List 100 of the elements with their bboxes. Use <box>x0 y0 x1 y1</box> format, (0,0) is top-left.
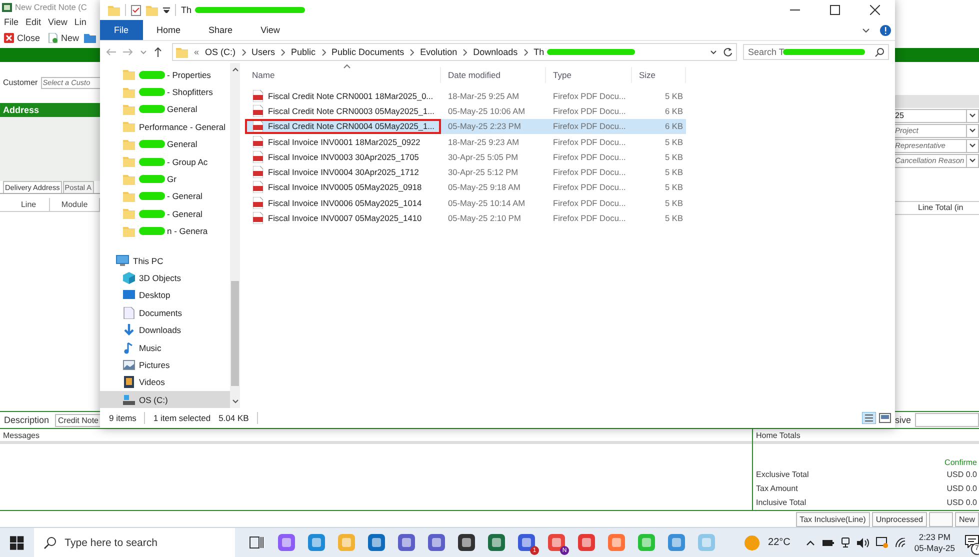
file-row[interactable]: Fiscal Invoice INV0004 30Apr2025_1712 30-Apr-25 5:12 PM Firefox PDF Docu... 5 KB <box>245 164 686 180</box>
file-name: Fiscal Credit Note CRN0004 05May2025_1... <box>268 121 434 132</box>
nav-item[interactable]: Desktop <box>100 286 230 304</box>
nav-item[interactable]: Documents <box>100 304 230 322</box>
status-text: 9 items <box>109 413 136 423</box>
folder-label: - Properties <box>167 70 211 80</box>
search-placeholder: Type here to search <box>64 536 158 548</box>
menu-item[interactable]: Lin <box>74 17 86 28</box>
ribbon-tab[interactable]: Share <box>194 20 247 40</box>
file-type: Firefox PDF Docu... <box>552 167 627 178</box>
column-header[interactable]: Name <box>245 67 441 83</box>
file-type: Firefox PDF Docu... <box>552 182 627 192</box>
total-value: USD 0.0 <box>946 470 977 479</box>
breadcrumb-item[interactable]: Th <box>534 47 544 57</box>
ribbon-tab[interactable]: Home <box>142 20 195 40</box>
address-bar[interactable]: « OS (C:) Users Public Public Documents Evolution Downloads Th <box>172 43 737 61</box>
nav-folder-item[interactable]: - General <box>100 188 230 206</box>
file-row[interactable]: Fiscal Invoice INV0006 05May2025_1014 05-May-25 10:14 AM Firefox PDF Docu... 5 KB <box>245 195 686 210</box>
clock-time[interactable]: 2:23 PM <box>918 532 950 542</box>
file-size: 5 KB <box>664 213 684 224</box>
menu-item[interactable]: File <box>4 17 19 28</box>
status-cell: Unprocessed <box>872 512 927 527</box>
ribbon-tab[interactable]: View <box>246 20 294 40</box>
folder-label: n - Genera <box>167 226 208 236</box>
ribbon-tab[interactable]: File <box>100 20 143 40</box>
field-label: Description <box>4 415 50 426</box>
file-name: Fiscal Invoice INV0005 05May2025_0918 <box>268 182 422 192</box>
folder-label: Performance - General <box>139 122 226 132</box>
menu-item[interactable]: Edit <box>26 17 42 28</box>
window-title: New Credit Note (C <box>15 2 87 12</box>
nav-folder-item[interactable]: - Properties <box>100 66 230 84</box>
nav-item[interactable]: This PC <box>100 252 230 270</box>
nav-item[interactable]: Downloads <box>100 321 230 339</box>
file-size: 5 KB <box>664 90 684 101</box>
folder-label: - General <box>167 208 202 219</box>
file-row[interactable]: Fiscal Credit Note CRN0003 05May2025_1... 05-May-25 10:06 AM Firefox PDF Docu... 6 KB <box>245 103 686 119</box>
folder-label: - General <box>167 191 202 202</box>
nav-label: Pictures <box>139 360 170 370</box>
nav-item[interactable]: Videos <box>100 374 230 392</box>
breadcrumb-overflow[interactable]: « <box>194 47 200 57</box>
nav-folder-item[interactable]: n - Genera <box>100 222 230 240</box>
breadcrumb-item[interactable]: Public Documents <box>332 47 404 57</box>
taskbar-search-field[interactable]: Type here to search <box>34 528 236 557</box>
breadcrumb-item[interactable]: Public <box>291 47 316 57</box>
file-row[interactable]: Fiscal Credit Note CRN0004 05May2025_1... 05-May-25 2:23 PM Firefox PDF Docu... 6 KB <box>245 118 686 134</box>
file-name: Fiscal Invoice INV0004 30Apr2025_1712 <box>268 167 419 178</box>
nav-item[interactable]: OS (C:) <box>100 391 230 408</box>
breadcrumb-item[interactable]: Evolution <box>420 47 458 57</box>
nav-folder-item[interactable]: Performance - General <box>100 118 230 136</box>
breadcrumb-item[interactable]: OS (C:) <box>205 47 236 57</box>
file-size: 5 KB <box>664 198 684 208</box>
nav-item[interactable]: 3D Objects <box>100 269 230 287</box>
file-date: 30-Apr-25 5:05 PM <box>447 152 520 162</box>
breadcrumb-item[interactable]: Downloads <box>473 47 518 57</box>
total-value: USD 0.0 <box>946 484 977 493</box>
nav-item[interactable]: Pictures <box>100 356 230 374</box>
file-name: Fiscal Credit Note CRN0003 05May2025_1... <box>268 106 434 116</box>
file-name: Fiscal Invoice INV0006 05May2025_1014 <box>268 198 422 208</box>
file-date: 05-May-25 9:18 AM <box>447 182 522 192</box>
breadcrumb-item[interactable]: Users <box>252 47 276 57</box>
folder-label: Gr <box>167 174 176 184</box>
folder-label: General <box>167 139 198 150</box>
column-header: Line <box>8 198 50 211</box>
file-row[interactable]: Fiscal Invoice INV0001 18Mar2025_0922 18-Mar-25 9:23 AM Firefox PDF Docu... 5 KB <box>245 134 686 150</box>
file-date: 05-May-25 2:23 PM <box>447 121 522 132</box>
file-name: Fiscal Invoice INV0003 30Apr2025_1705 <box>268 152 419 162</box>
file-type: Firefox PDF Docu... <box>552 106 627 116</box>
file-size: 6 KB <box>664 121 684 132</box>
column-header[interactable]: Date modified <box>441 67 546 83</box>
file-row[interactable]: Fiscal Credit Note CRN0001 18Mar2025_0... 18-Mar-25 9:25 AM Firefox PDF Docu... 5 KB <box>245 88 686 104</box>
file-date: 18-Mar-25 9:23 AM <box>447 136 520 147</box>
file-date: 05-May-25 10:14 AM <box>447 198 526 208</box>
window-title: Th <box>181 5 192 15</box>
nav-folder-item[interactable]: - General <box>100 205 230 223</box>
total-label: Tax Amount <box>756 484 798 493</box>
file-name: Fiscal Invoice INV0007 05May2025_1410 <box>268 213 422 224</box>
column-header[interactable]: Type <box>546 67 632 83</box>
toolbar-button[interactable]: Close <box>1 33 44 44</box>
status-text: 1 item selected <box>153 413 211 423</box>
nav-folder-item[interactable]: - Shopfitters <box>100 83 230 101</box>
status-text: 5.04 KB <box>218 413 249 423</box>
toolbar-button[interactable]: New <box>45 33 82 44</box>
folder-label: General <box>167 104 198 114</box>
file-row[interactable]: Fiscal Invoice INV0003 30Apr2025_1705 30-Apr-25 5:05 PM Firefox PDF Docu... 5 KB <box>245 149 686 164</box>
field-label: sive <box>894 415 911 426</box>
nav-item[interactable]: Music <box>100 338 230 356</box>
file-size: 5 KB <box>664 136 684 147</box>
status-cell: Tax Inclusive(Line) <box>796 512 870 527</box>
file-row[interactable]: Fiscal Invoice INV0007 05May2025_1410 05-May-25 2:10 PM Firefox PDF Docu... 5 KB <box>245 210 686 226</box>
nav-folder-item[interactable]: Gr <box>100 170 230 188</box>
nav-label: Desktop <box>139 290 170 300</box>
nav-folder-item[interactable]: General <box>100 136 230 153</box>
clock-date[interactable]: 05-May-25 <box>914 542 955 554</box>
menu-item[interactable]: View <box>48 17 68 28</box>
file-name: Fiscal Credit Note CRN0001 18Mar2025_0... <box>268 90 434 101</box>
file-row[interactable]: Fiscal Invoice INV0005 05May2025_0918 05-May-25 9:18 AM Firefox PDF Docu... 5 KB <box>245 180 686 196</box>
column-header[interactable]: Size <box>632 67 686 83</box>
nav-folder-item[interactable]: General <box>100 100 230 118</box>
nav-folder-item[interactable]: - Group Ac <box>100 152 230 170</box>
file-type: Firefox PDF Docu... <box>552 213 627 224</box>
